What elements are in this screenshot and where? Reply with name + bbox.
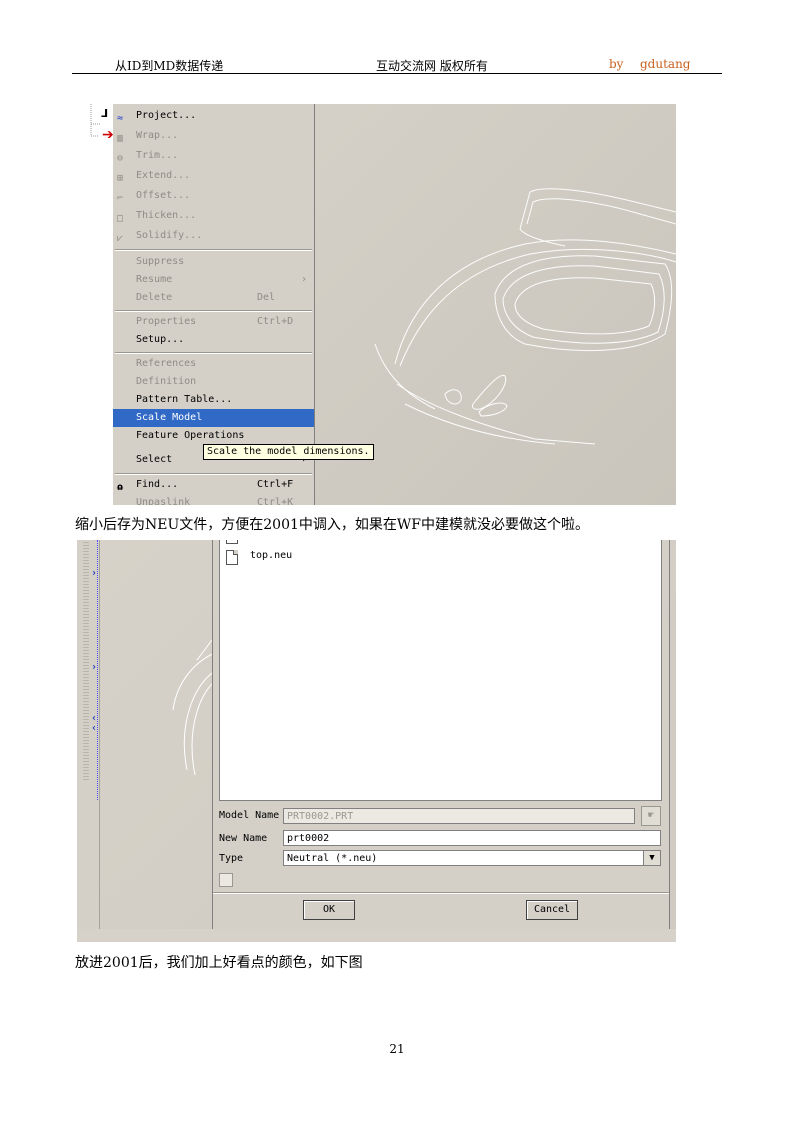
expand-right-icon[interactable]: › xyxy=(92,568,96,579)
collapse-left-icon[interactable]: ‹ xyxy=(92,723,96,734)
header-center: 互动交流网 版权所有 xyxy=(376,59,488,73)
header-left: 从ID到MD数据传递 xyxy=(115,59,224,73)
menu-item-pattern-table[interactable]: Pattern Table... xyxy=(113,391,314,409)
menu-separator xyxy=(115,352,312,354)
toolbar-grip xyxy=(83,540,89,780)
project-icon: ≈ xyxy=(117,113,124,124)
pointer-icon[interactable]: ☛ xyxy=(641,806,661,826)
dialog-divider xyxy=(213,892,669,894)
page-number: 21 xyxy=(389,1042,405,1056)
save-copy-dialog: top.neu Model Name PRT0002.PRT ☛ New Nam… xyxy=(212,540,670,930)
model-tree-strip: ⅃ ➔ xyxy=(75,104,114,505)
binoculars-icon: ɷ xyxy=(117,482,124,493)
screenshot-save-dialog: › › ‹ ‹ top.neu Model Name PRT0002.PRT ☛… xyxy=(77,540,676,942)
menu-item-unpaslink[interactable]: Unpaslink Ctrl+K xyxy=(113,494,314,505)
submenu-arrow-icon: › xyxy=(301,274,308,285)
file-list[interactable]: top.neu xyxy=(219,540,662,801)
menu-item-references[interactable]: References xyxy=(113,355,314,373)
tooltip: Scale the model dimensions. xyxy=(203,444,374,460)
model-name-label: Model Name xyxy=(219,810,280,821)
menu-item-suppress[interactable]: Suppress xyxy=(113,253,314,271)
menu-item-delete[interactable]: Delete Del xyxy=(113,289,314,307)
menu-item-solidify[interactable]: ⩗ Solidify... xyxy=(113,227,314,245)
menu-item-thicken[interactable]: □ Thicken... xyxy=(113,207,314,225)
side-toolbar: › › ‹ ‹ xyxy=(77,540,100,942)
solidify-icon: ⩗ xyxy=(117,233,123,244)
viewport-bottom xyxy=(77,929,676,942)
type-label: Type xyxy=(219,853,244,864)
menu-item-scale-model[interactable]: Scale Model xyxy=(113,409,314,427)
menu-item-definition[interactable]: Definition xyxy=(113,373,314,391)
menu-item-offset[interactable]: ⌐ Offset... xyxy=(113,187,314,205)
paragraph-2: 放进2001后，我们加上好看点的颜色，如下图 xyxy=(75,955,363,971)
menu-item-properties[interactable]: Properties Ctrl+D xyxy=(113,313,314,331)
menu-item-project[interactable]: ≈ Project... xyxy=(113,107,314,125)
menu-item-wrap[interactable]: ▥ Wrap... xyxy=(113,127,314,145)
header-author: gdutang xyxy=(640,57,691,71)
menu-item-trim[interactable]: ⊖ Trim... xyxy=(113,147,314,165)
file-item-name[interactable]: top.neu xyxy=(250,550,292,561)
new-name-label: New Name xyxy=(219,833,268,844)
screenshot-edit-menu: ⅃ ➔ ≈ Project... ▥ Wrap... ⊖ Trim... ⊞ E… xyxy=(75,104,676,505)
document-icon xyxy=(226,550,238,565)
header-rule xyxy=(72,73,722,74)
menu-item-resume[interactable]: Resume › xyxy=(113,271,314,289)
ok-button[interactable]: OK xyxy=(303,900,355,920)
menu-separator xyxy=(115,473,312,475)
thicken-icon: □ xyxy=(117,213,124,224)
insert-arrow-icon: ➔ xyxy=(102,127,114,143)
menu-separator xyxy=(115,310,312,312)
document-icon xyxy=(226,540,238,544)
model-name-field[interactable]: PRT0002.PRT xyxy=(283,808,635,824)
toolbar-divider xyxy=(97,540,99,800)
menu-item-feature-operations[interactable]: Feature Operations xyxy=(113,427,314,445)
extend-icon: ⊞ xyxy=(117,173,124,184)
chevron-down-icon[interactable]: ▼ xyxy=(643,851,660,865)
wrap-icon: ▥ xyxy=(117,133,124,144)
cancel-button[interactable]: Cancel xyxy=(526,900,578,920)
menu-item-find[interactable]: ɷ Find... Ctrl+F xyxy=(113,476,314,494)
tree-node-icon: ⅃ xyxy=(101,107,109,120)
menu-item-extend[interactable]: ⊞ Extend... xyxy=(113,167,314,185)
header-by: by xyxy=(609,57,624,71)
expand-right-icon[interactable]: › xyxy=(92,662,96,673)
paragraph-1: 缩小后存为NEU文件，方便在2001中调入，如果在WF中建模就没必要做这个啦。 xyxy=(75,517,589,533)
trim-icon: ⊖ xyxy=(117,153,124,164)
menu-item-setup[interactable]: Setup... xyxy=(113,331,314,349)
new-name-input[interactable]: prt0002 xyxy=(283,830,661,846)
offset-icon: ⌐ xyxy=(117,193,124,204)
type-select[interactable]: Neutral (*.neu) ▼ xyxy=(283,850,661,866)
type-select-value: Neutral (*.neu) xyxy=(287,853,378,864)
option-checkbox[interactable] xyxy=(219,873,233,887)
menu-separator xyxy=(115,249,312,251)
